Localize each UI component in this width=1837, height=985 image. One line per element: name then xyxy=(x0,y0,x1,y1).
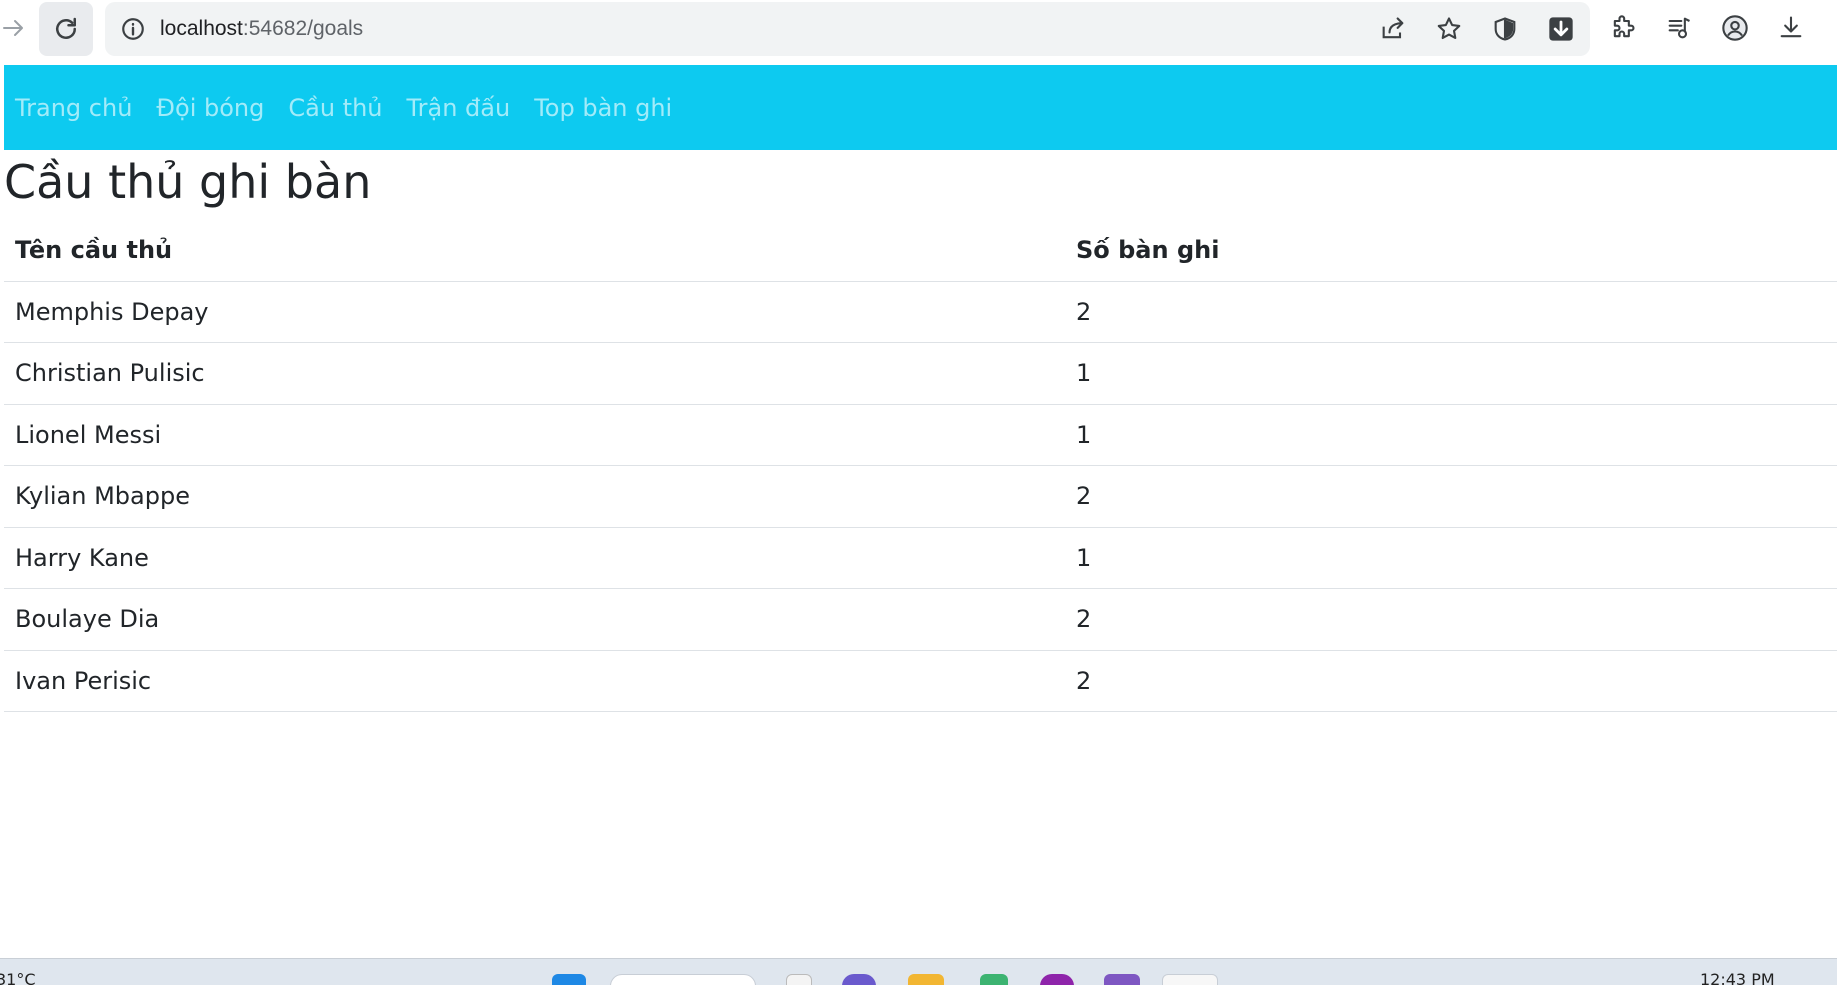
goals-cell: 1 xyxy=(1065,404,1837,466)
green-app-icon[interactable] xyxy=(980,974,1008,985)
player-name-cell: Memphis Depay xyxy=(4,281,1065,343)
page-title: Cầu thủ ghi bàn xyxy=(4,155,372,209)
folder-icon[interactable] xyxy=(908,974,944,985)
nav-item-top-scorers[interactable]: Top bàn ghi xyxy=(534,94,672,122)
column-header-goals: Số bàn ghi xyxy=(1065,220,1837,282)
media-icon[interactable] xyxy=(1664,13,1694,43)
player-name-cell: Christian Pulisic xyxy=(4,342,1065,405)
visual-studio-icon[interactable] xyxy=(1104,974,1140,985)
player-name-cell: Kylian Mbappe xyxy=(4,465,1065,528)
table-row: Ivan Perisic 2 xyxy=(4,650,1837,712)
back-button[interactable] xyxy=(0,10,28,46)
table-row: Harry Kane 1 xyxy=(4,527,1837,589)
goals-cell: 1 xyxy=(1065,342,1837,405)
search-box[interactable] xyxy=(610,974,756,985)
active-app-icon[interactable] xyxy=(1162,974,1218,985)
arrow-right-icon xyxy=(3,20,23,36)
table-row: Boulaye Dia 2 xyxy=(4,588,1837,651)
nav-item-teams[interactable]: Đội bóng xyxy=(156,94,264,122)
goals-table: Tên cầu thủ Số bàn ghi Memphis Depay 2 C… xyxy=(4,220,1837,712)
goals-cell: 1 xyxy=(1065,527,1837,589)
windows-start-icon[interactable] xyxy=(552,974,586,985)
url-host: localhost xyxy=(160,17,243,40)
player-name-cell: Harry Kane xyxy=(4,527,1065,589)
player-name-cell: Lionel Messi xyxy=(4,404,1065,466)
url-text[interactable]: localhost:54682/goals xyxy=(160,2,363,56)
download-extension-icon[interactable] xyxy=(1546,14,1576,44)
address-bar[interactable]: localhost:54682/goals xyxy=(105,2,1590,56)
site-info-icon[interactable] xyxy=(119,15,147,43)
table-row: Christian Pulisic 1 xyxy=(4,342,1837,405)
share-icon[interactable] xyxy=(1378,14,1408,44)
player-name-cell: Ivan Perisic xyxy=(4,650,1065,712)
main-navbar: Trang chủ Đội bóng Cầu thủ Trận đấu Top … xyxy=(4,65,1837,150)
table-header-row: Tên cầu thủ Số bàn ghi xyxy=(4,220,1837,282)
goals-cell: 2 xyxy=(1065,588,1837,651)
nav-item-matches[interactable]: Trận đấu xyxy=(407,94,511,122)
app-circle-icon[interactable] xyxy=(842,974,876,985)
goals-cell: 2 xyxy=(1065,650,1837,712)
table-row: Memphis Depay 2 xyxy=(4,281,1837,343)
browser-toolbar: localhost:54682/goals xyxy=(0,0,1837,65)
task-view-icon[interactable] xyxy=(786,974,812,985)
nav-item-players[interactable]: Cầu thủ xyxy=(288,94,382,122)
column-header-player-name: Tên cầu thủ xyxy=(4,220,1065,282)
weather-text[interactable]: 31°C xyxy=(0,970,36,985)
goals-cell: 2 xyxy=(1065,465,1837,528)
shield-icon[interactable] xyxy=(1490,14,1520,44)
player-name-cell: Boulaye Dia xyxy=(4,588,1065,651)
downloads-icon[interactable] xyxy=(1776,13,1806,43)
profile-icon[interactable] xyxy=(1720,13,1750,43)
purple-app-icon[interactable] xyxy=(1040,974,1074,985)
nav-item-home[interactable]: Trang chủ xyxy=(15,94,132,122)
url-path: :54682/goals xyxy=(242,17,364,40)
os-taskbar: 31°C 12:43 PM xyxy=(0,958,1837,985)
goals-cell: 2 xyxy=(1065,281,1837,343)
reload-icon xyxy=(56,17,76,39)
clock-text[interactable]: 12:43 PM xyxy=(1700,970,1775,985)
star-icon[interactable] xyxy=(1434,14,1464,44)
puzzle-icon[interactable] xyxy=(1608,13,1638,43)
table-row: Lionel Messi 1 xyxy=(4,404,1837,466)
reload-button[interactable] xyxy=(39,2,93,56)
table-row: Kylian Mbappe 2 xyxy=(4,465,1837,528)
